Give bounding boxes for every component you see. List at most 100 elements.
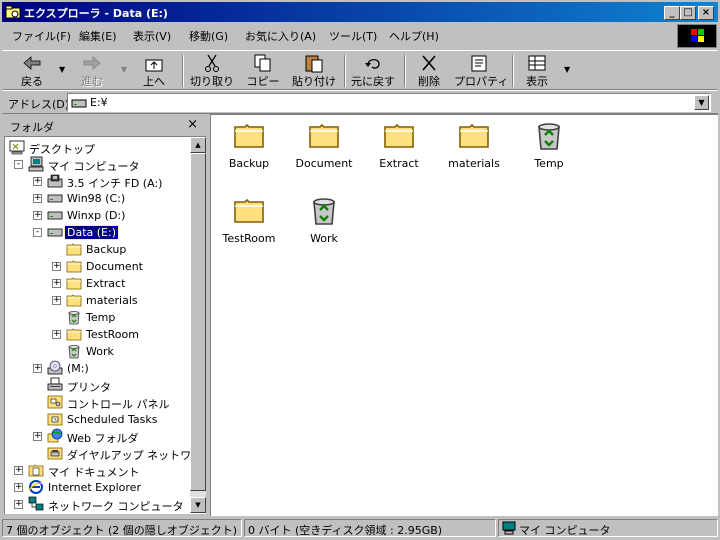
expand-button[interactable]: + <box>14 466 23 475</box>
expand-button[interactable]: + <box>14 483 23 492</box>
menu-view[interactable]: 表示(V) <box>133 28 171 44</box>
network-icon <box>28 496 44 512</box>
scroll-thumb[interactable] <box>190 153 206 491</box>
back-dropdown-icon[interactable]: ▼ <box>59 65 65 74</box>
tree-scrollbar[interactable]: ▲ ▼ <box>190 137 206 513</box>
close-button[interactable]: × <box>698 6 714 20</box>
content-item[interactable]: Document <box>289 119 359 170</box>
folder-icon <box>66 292 82 308</box>
delete-button[interactable]: 削除 <box>412 53 446 89</box>
content-item[interactable]: materials <box>439 119 509 170</box>
copy-icon <box>254 54 271 72</box>
tree-item-label: Winxp (D:) <box>67 209 126 222</box>
forward-dropdown-icon[interactable]: ▼ <box>121 65 127 74</box>
forward-button[interactable]: 進む <box>74 53 110 89</box>
tree-item-label: Backup <box>86 243 127 256</box>
toolbar-separator <box>512 55 514 87</box>
menu-file[interactable]: ファイル(F) <box>12 28 71 44</box>
title-bar[interactable]: エクスプローラ - Data (E:) _ □ × <box>2 2 718 22</box>
folder-pane: フォルダ × デスクトップ マイ コンピュータ - 3.5 インチ FD (A:) + W… <box>2 116 206 516</box>
tree-item-label: ダイヤルアップ ネットワーク <box>67 449 191 462</box>
desktop-icon <box>9 139 25 155</box>
address-field[interactable]: E:¥ ▼ <box>67 93 711 112</box>
expand-button[interactable]: + <box>52 262 61 271</box>
content-item-label: Backup <box>228 157 270 170</box>
floppy-icon <box>47 173 63 189</box>
folder-icon <box>66 241 82 257</box>
undo-icon <box>365 58 380 69</box>
folder-icon <box>307 119 341 151</box>
back-button[interactable]: 戻る <box>14 53 50 89</box>
toolbar: 戻る ▼ 進む ▼ 上へ 切り取り コピー 貼り付け 元に戻す 削除 プロパティ… <box>2 50 718 90</box>
menu-help[interactable]: ヘルプ(H) <box>389 28 439 44</box>
menu-favorites[interactable]: お気に入り(A) <box>245 28 316 44</box>
recycle-icon <box>66 309 82 325</box>
drive-icon <box>71 99 87 108</box>
recycle-icon <box>532 119 566 151</box>
expand-button[interactable]: + <box>33 177 42 186</box>
expand-button[interactable]: + <box>52 296 61 305</box>
expand-button[interactable]: + <box>52 330 61 339</box>
up-button[interactable]: 上へ <box>136 53 172 89</box>
menu-tools[interactable]: ツール(T) <box>329 28 377 44</box>
address-label: アドレス(D) <box>8 98 70 111</box>
menu-edit[interactable]: 編集(E) <box>79 28 117 44</box>
content-item[interactable]: Work <box>289 194 359 245</box>
folder-pane-close-button[interactable]: × <box>187 117 198 132</box>
windows-logo-icon <box>677 24 717 48</box>
folder-tree-items: デスクトップ マイ コンピュータ - 3.5 インチ FD (A:) + Win98 (C… <box>5 137 191 514</box>
folder-icon <box>232 119 266 151</box>
content-item[interactable]: Temp <box>514 119 584 170</box>
properties-icon <box>471 55 487 72</box>
expand-button[interactable]: + <box>33 211 42 220</box>
collapse-button[interactable]: - <box>14 160 23 169</box>
expand-button[interactable]: + <box>33 194 42 203</box>
window-title: エクスプローラ - Data (E:) <box>24 7 168 20</box>
computer-icon <box>28 156 44 172</box>
status-disk-space: 0 バイト (空きディスク領域 : 2.95GB) <box>244 519 496 537</box>
undo-button[interactable]: 元に戻す <box>350 53 396 89</box>
cut-button[interactable]: 切り取り <box>190 53 234 89</box>
explorer-window: エクスプローラ - Data (E:) _ □ × ファイル(F) 編集(E) … <box>0 0 720 540</box>
folder-icon <box>232 194 266 226</box>
copy-button[interactable]: コピー <box>244 53 282 89</box>
menu-go[interactable]: 移動(G) <box>189 28 228 44</box>
tree-item-label: (M:) <box>67 362 89 375</box>
tree-item-label: Web フォルダ <box>67 432 139 445</box>
content-item-label: Document <box>295 157 353 170</box>
tree-item-label: materials <box>86 294 138 307</box>
tree-item-label: コントロール パネル <box>67 398 170 411</box>
folder-icon <box>382 119 416 151</box>
view-dropdown-icon[interactable]: ▼ <box>564 65 570 74</box>
scroll-up-button[interactable]: ▲ <box>190 137 206 153</box>
scroll-down-button[interactable]: ▼ <box>190 497 206 513</box>
view-button[interactable]: 表示 <box>520 53 554 89</box>
address-dropdown-button[interactable]: ▼ <box>694 95 709 110</box>
dialup-icon <box>47 445 63 461</box>
address-bar: アドレス(D) E:¥ ▼ <box>2 90 718 114</box>
folder-pane-title: フォルダ <box>10 121 54 134</box>
content-item[interactable]: Backup <box>214 119 284 170</box>
explorer-folder-icon <box>5 5 21 19</box>
paste-button[interactable]: 貼り付け <box>290 53 338 89</box>
expand-button[interactable]: + <box>33 364 42 373</box>
my-documents-icon <box>28 462 44 478</box>
content-item[interactable]: TestRoom <box>214 194 284 245</box>
folder-icon <box>66 258 82 274</box>
control-panel-icon <box>47 394 63 410</box>
collapse-button[interactable]: - <box>33 228 42 237</box>
view-grid-icon <box>528 55 546 71</box>
expand-button[interactable]: + <box>14 500 23 509</box>
tree-item-label: Temp <box>86 311 116 324</box>
folder-tree: デスクトップ マイ コンピュータ - 3.5 インチ FD (A:) + Win98 (C… <box>4 136 206 514</box>
tree-item-label: プリンタ <box>67 381 111 394</box>
minimize-button[interactable]: _ <box>664 6 680 20</box>
tree-item-label: マイ ドキュメント <box>48 466 140 479</box>
content-item[interactable]: Extract <box>364 119 434 170</box>
expand-button[interactable]: + <box>52 279 61 288</box>
content-item-label: Temp <box>534 157 564 170</box>
folder-pane-header: フォルダ × <box>2 116 206 136</box>
maximize-button[interactable]: □ <box>680 6 696 20</box>
expand-button[interactable]: + <box>33 432 42 441</box>
properties-button[interactable]: プロパティ <box>454 53 508 89</box>
